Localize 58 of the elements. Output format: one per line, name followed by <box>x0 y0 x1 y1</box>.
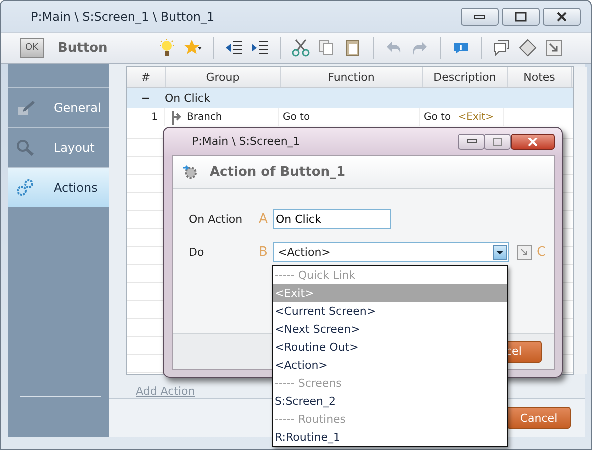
list-option[interactable]: <Current Screen> <box>273 302 507 320</box>
speech-bubbles-icon[interactable] <box>493 39 511 58</box>
sidebar-item[interactable]: Actions <box>8 167 109 207</box>
gears-icon <box>16 178 36 196</box>
magnifier-icon <box>16 138 36 156</box>
scissors-icon[interactable] <box>292 39 310 58</box>
group-label: On Click <box>165 92 210 104</box>
callout-letter: B <box>259 244 269 260</box>
minimize-button[interactable] <box>461 8 499 26</box>
callout-letter: A <box>259 212 269 226</box>
list-section-header: ----- Routines <box>274 412 348 428</box>
dialog-title: P:Main \ S:Screen_1 <box>192 135 302 148</box>
field-label: On Action <box>189 212 244 226</box>
list-option[interactable]: S:Screen_2 <box>273 392 507 410</box>
close-button[interactable] <box>511 134 555 150</box>
close-icon <box>528 138 538 146</box>
list-option[interactable]: <Next Screen> <box>273 320 507 338</box>
on-action-field[interactable]: On Click <box>273 209 391 229</box>
list-option[interactable]: R:Routine_1 <box>273 428 507 446</box>
dialog-heading: Action of Button_1 <box>210 164 346 180</box>
window-title: P:Main \ S:Screen_1 \ Button_1 <box>31 10 216 24</box>
branch-icon <box>169 109 183 125</box>
lightbulb-icon[interactable] <box>158 39 176 58</box>
copy-icon[interactable] <box>318 39 336 58</box>
indent-icon[interactable] <box>251 39 269 58</box>
diamond-icon[interactable] <box>519 39 537 58</box>
row-number: 1 <box>127 108 165 126</box>
column-header[interactable]: # <box>127 67 166 87</box>
close-button[interactable] <box>543 8 581 26</box>
action-dropdown[interactable]: <Action> <box>273 242 509 262</box>
list-section-header: ----- Screens <box>274 376 343 392</box>
clipboard-icon[interactable] <box>344 39 362 58</box>
table-cell: Go to <box>279 108 420 126</box>
callout-letter: C <box>537 244 548 260</box>
object-name: Button <box>58 40 109 56</box>
list-section-header: ----- Quick Link <box>274 268 356 284</box>
maximize-icon <box>492 138 502 146</box>
column-header[interactable]: Description <box>423 67 508 87</box>
pencil-icon <box>16 98 36 116</box>
object-icon: OK <box>20 38 44 58</box>
field-label: Do <box>189 246 206 258</box>
minimize-icon <box>466 139 476 144</box>
table-cell: Go to <Exit> <box>420 108 504 126</box>
group-name: Branch <box>187 112 222 122</box>
gear-icon <box>182 164 198 180</box>
outdent-icon[interactable] <box>225 39 243 58</box>
maximize-icon <box>515 12 527 22</box>
column-header[interactable]: Function <box>281 67 423 87</box>
collapse-toggle[interactable]: − <box>127 92 165 104</box>
scrollbar[interactable] <box>574 67 587 374</box>
column-header[interactable]: Notes <box>508 67 572 87</box>
minimize-button[interactable] <box>458 134 485 150</box>
export-icon[interactable] <box>545 39 563 58</box>
minimize-icon <box>474 14 486 20</box>
export-icon[interactable] <box>517 244 532 260</box>
column-header[interactable]: Group <box>166 67 281 87</box>
close-icon <box>556 12 568 22</box>
maximize-button[interactable] <box>502 8 540 26</box>
